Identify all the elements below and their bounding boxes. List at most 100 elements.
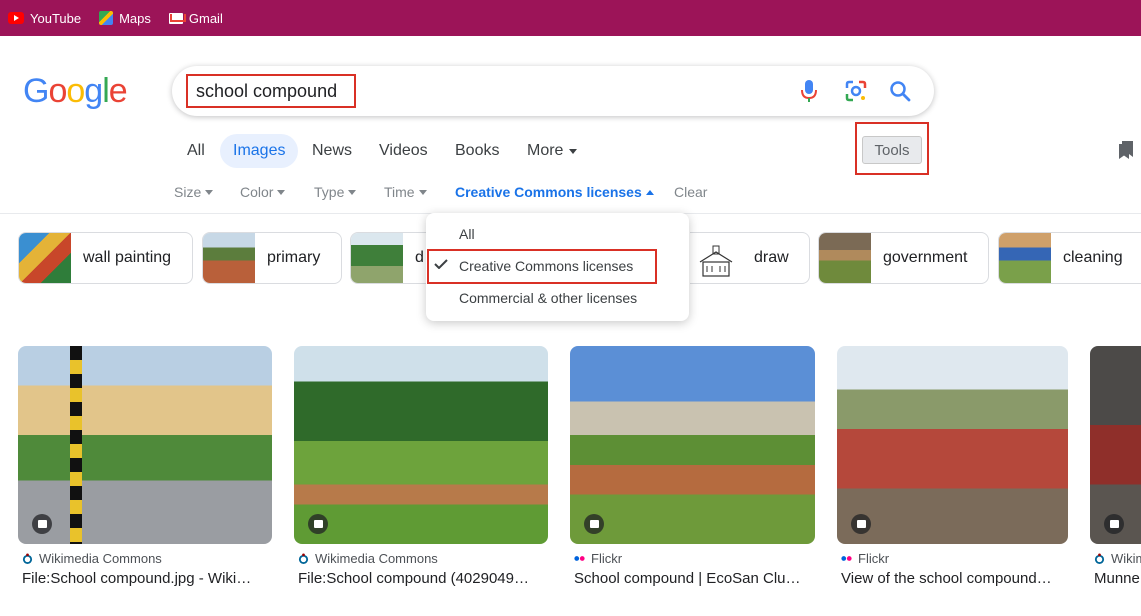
- result-source-label: Flickr: [591, 551, 623, 566]
- filter-time[interactable]: Time: [384, 184, 427, 200]
- image-badge-icon: [851, 514, 871, 534]
- search-input[interactable]: [186, 74, 356, 108]
- school-sketch-icon: [699, 245, 733, 277]
- tab-label: Images: [233, 142, 286, 159]
- filter-type[interactable]: Type: [314, 184, 357, 200]
- result-thumbnail[interactable]: [1090, 346, 1141, 544]
- caret-down-icon: [205, 189, 214, 195]
- tab-label: More: [527, 142, 564, 159]
- chip-label: primary: [267, 249, 321, 266]
- wikimedia-icon: [1094, 553, 1105, 564]
- filter-label: Type: [314, 184, 345, 200]
- chip-label: cleaning: [1063, 249, 1123, 266]
- chip-label: draw: [754, 249, 789, 266]
- bookmarks-bar: YouTube Maps Gmail: [0, 0, 1141, 36]
- bookmark-youtube[interactable]: YouTube: [8, 11, 81, 26]
- google-logo[interactable]: Google: [23, 72, 128, 111]
- result-thumbnail[interactable]: [570, 346, 815, 544]
- result-title[interactable]: Munne: [1094, 570, 1141, 587]
- bookmark-maps[interactable]: Maps: [99, 11, 151, 26]
- tab-label: News: [312, 142, 353, 159]
- flickr-icon: [841, 556, 852, 561]
- tab-books[interactable]: Books: [442, 134, 512, 168]
- maps-icon: [99, 11, 114, 25]
- menu-item-label: All: [459, 226, 475, 242]
- tab-label: Videos: [379, 142, 428, 159]
- wikimedia-icon: [22, 553, 33, 564]
- result-source-label: Wikimedia Commons: [39, 551, 162, 566]
- result-thumbnail[interactable]: [837, 346, 1068, 544]
- filter-size[interactable]: Size: [174, 184, 214, 200]
- search-icon[interactable]: [887, 78, 913, 104]
- result-thumbnail[interactable]: [18, 346, 272, 544]
- menu-item-all[interactable]: All: [426, 218, 689, 250]
- youtube-icon: [8, 12, 24, 24]
- chip-label: wall painting: [83, 249, 172, 266]
- result-source[interactable]: Flickr: [574, 551, 622, 566]
- filter-label: Creative Commons licenses: [455, 184, 642, 200]
- chip-thumbnail: [19, 233, 71, 283]
- selection-highlight-box: [427, 249, 657, 284]
- tab-label: Books: [455, 142, 500, 159]
- tab-more[interactable]: More: [514, 134, 590, 168]
- filter-label: Color: [240, 184, 274, 200]
- caret-down-icon: [277, 189, 286, 195]
- chip-cleaning[interactable]: cleaning: [998, 232, 1141, 284]
- flickr-icon: [574, 556, 585, 561]
- gmail-icon: [168, 12, 186, 24]
- chip-thumbnail: [203, 233, 255, 283]
- result-title[interactable]: School compound | EcoSan Clu…: [574, 570, 815, 587]
- chip-label: government: [883, 249, 968, 266]
- caret-up-icon: [645, 189, 654, 195]
- chip-wall-painting[interactable]: wall painting: [18, 232, 193, 284]
- result-thumbnail[interactable]: [294, 346, 548, 544]
- tab-videos[interactable]: Videos: [366, 134, 441, 168]
- filter-usage-rights[interactable]: Creative Commons licenses: [455, 184, 654, 200]
- camera-lens-icon[interactable]: [843, 78, 869, 104]
- result-source-label: Wikim: [1111, 551, 1141, 566]
- result-title[interactable]: File:School compound (4029049…: [298, 570, 548, 587]
- wikimedia-icon: [298, 553, 309, 564]
- bookmark-label: Gmail: [188, 10, 223, 26]
- result-title[interactable]: File:School compound.jpg - Wiki…: [22, 570, 272, 587]
- image-badge-icon: [32, 514, 52, 534]
- saved-bookmark-icon[interactable]: [1118, 140, 1134, 160]
- chip-thumbnail: [999, 233, 1051, 283]
- result-source[interactable]: Wikimedia Commons: [22, 551, 162, 566]
- bookmark-gmail[interactable]: Gmail: [168, 10, 223, 26]
- result-source[interactable]: Flickr: [841, 551, 889, 566]
- chip-primary[interactable]: primary: [202, 232, 342, 284]
- caret-down-icon: [418, 189, 427, 195]
- result-source-label: Wikimedia Commons: [315, 551, 438, 566]
- chip-thumbnail: [690, 233, 742, 283]
- bookmark-label: Maps: [119, 10, 151, 26]
- image-badge-icon: [1104, 514, 1124, 534]
- microphone-icon[interactable]: [796, 78, 822, 104]
- filter-color[interactable]: Color: [240, 184, 286, 200]
- tab-news[interactable]: News: [299, 134, 365, 168]
- menu-item-label: Commercial & other licenses: [459, 290, 638, 306]
- tab-images[interactable]: Images: [220, 134, 299, 168]
- search-box: [172, 66, 934, 116]
- chip-government[interactable]: government: [818, 232, 989, 284]
- result-source[interactable]: Wikimedia Commons: [298, 551, 438, 566]
- image-badge-icon: [584, 514, 604, 534]
- tools-highlight-box: [855, 122, 929, 175]
- usage-rights-menu: All Creative Commons licenses Commercial…: [426, 213, 689, 321]
- tab-all[interactable]: All: [174, 134, 218, 168]
- result-source[interactable]: Wikim: [1094, 551, 1141, 566]
- chip-draw[interactable]: draw: [690, 232, 810, 284]
- chip-thumbnail: [351, 233, 403, 283]
- filter-clear[interactable]: Clear: [674, 184, 707, 200]
- filter-label: Size: [174, 184, 202, 200]
- tab-label: All: [187, 142, 205, 159]
- filter-label: Time: [384, 184, 415, 200]
- chip-thumbnail: [819, 233, 871, 283]
- result-title[interactable]: View of the school compound…: [841, 570, 1068, 587]
- caret-down-icon: [348, 189, 357, 195]
- menu-item-commercial[interactable]: Commercial & other licenses: [426, 282, 689, 314]
- bookmark-label: YouTube: [30, 10, 82, 26]
- image-badge-icon: [308, 514, 328, 534]
- result-source-label: Flickr: [858, 551, 890, 566]
- caret-down-icon: [569, 148, 578, 154]
